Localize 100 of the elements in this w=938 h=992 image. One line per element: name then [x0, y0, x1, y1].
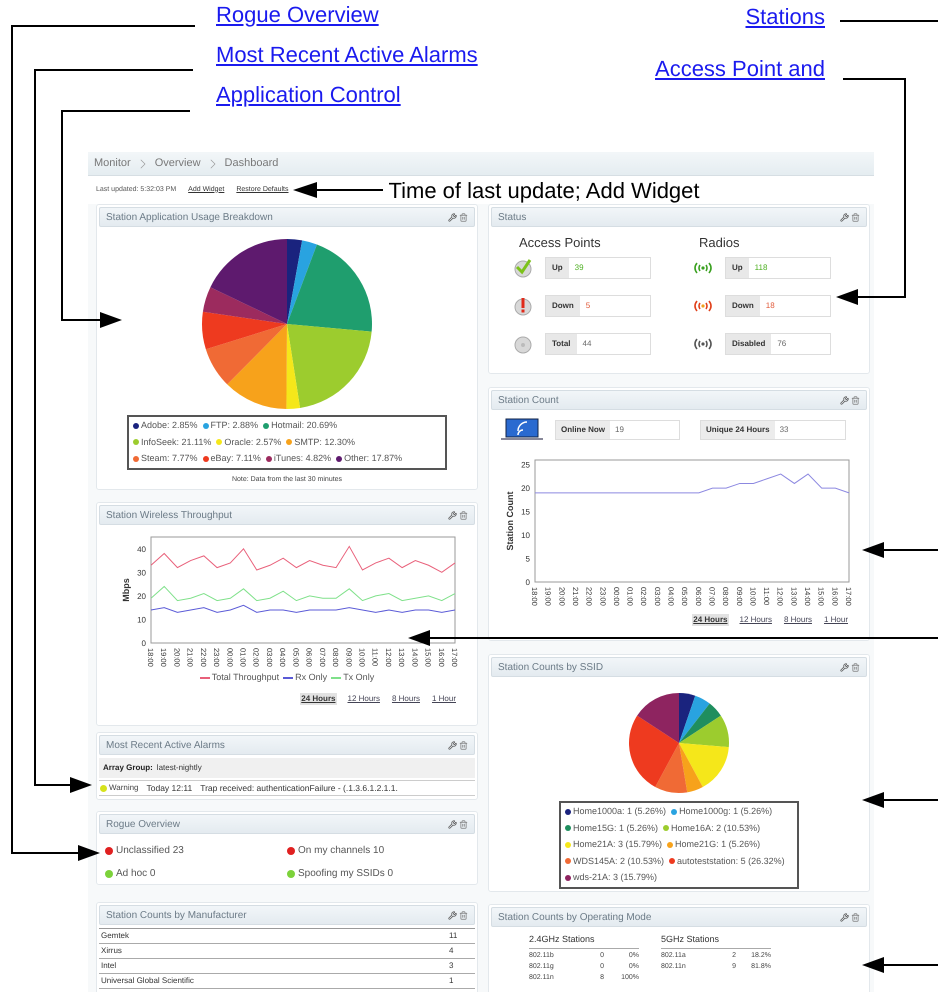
callout-link[interactable]: Rogue Overview: [216, 2, 478, 28]
legend-label: Steam: 7.77%: [141, 452, 198, 465]
axis-label: Mbps: [121, 578, 131, 602]
counter-label: Disabled: [726, 334, 772, 354]
group-value: latest-nightly: [156, 762, 202, 774]
wrench-icon[interactable]: [448, 740, 457, 750]
breadcrumb-link[interactable]: Dashboard: [224, 155, 278, 172]
table-cell: Xirrus: [101, 945, 122, 957]
callout-note: Time of last update; Add Widget: [388, 176, 700, 205]
alarm-message: Trap received: authenticationFailure - (.1.3.6.1.2.1.1.: [200, 782, 398, 794]
callout-link[interactable]: Access Point and: [655, 56, 825, 82]
counter-label: Down: [726, 296, 760, 316]
radio-signal-icon: [692, 260, 714, 274]
time-range-link[interactable]: 8 Hours: [390, 692, 421, 704]
trash-icon[interactable]: [459, 910, 468, 920]
time-range-link[interactable]: 12 Hours: [346, 692, 381, 704]
wrench-icon[interactable]: [840, 912, 849, 922]
counter-value: 5: [584, 300, 590, 312]
check-status-icon: [513, 258, 533, 278]
laptop-wifi-icon: [501, 418, 543, 442]
radio-signal-icon: [692, 336, 714, 350]
wrench-icon[interactable]: [448, 510, 457, 520]
time-range-link[interactable]: 1 Hour: [430, 692, 457, 704]
alert-status-icon: [513, 296, 533, 316]
legend-label: autoteststation: 5 (26.32%): [677, 854, 785, 868]
status-heading: Access Points: [518, 234, 602, 252]
axis-tick-label: 20: [137, 592, 146, 601]
time-range-link[interactable]: 1 Hour: [822, 614, 849, 626]
wrench-icon[interactable]: [448, 212, 457, 222]
wrench-icon[interactable]: [840, 396, 849, 404]
counter-label: Total: [546, 334, 577, 354]
legend-label: Home1000g: 1 (5.26%): [679, 805, 772, 818]
wrench-icon[interactable]: [448, 910, 457, 920]
rogue-count-text[interactable]: Spoofing my SSIDs 0: [298, 866, 394, 881]
counter-value: 76: [776, 338, 786, 350]
widget-title: Station Counts by SSID: [498, 660, 604, 674]
axis-tick-label: 20: [521, 484, 530, 494]
breadcrumb-link[interactable]: Overview: [154, 155, 201, 172]
alarm-severity: Warning: [109, 782, 138, 794]
alarm-time: Today 12:11: [146, 782, 192, 794]
time-range-link[interactable]: 24 Hours: [692, 614, 728, 626]
table-cell-text: 1: [449, 975, 454, 987]
breadcrumb-link[interactable]: Monitor: [94, 155, 131, 172]
rogue-count-text[interactable]: Unclassified 23: [116, 843, 184, 858]
legend-label: InfoSeek: 21.11%: [141, 436, 212, 448]
alarm-row[interactable]: Warning Today 12:11 Trap received: authenticationFailure - (.1.3.6.1.2.1.1.: [99, 780, 475, 796]
trash-icon[interactable]: [851, 212, 860, 222]
legend-label: Rx Only: [295, 671, 328, 684]
counter-value: 19: [614, 424, 624, 436]
counter-value: 18: [764, 300, 775, 312]
axis-tick-label: 10: [521, 531, 530, 540]
wrench-icon[interactable]: [448, 820, 457, 828]
trash-icon[interactable]: [851, 662, 860, 672]
rogue-count-text[interactable]: On my channels 10: [298, 843, 384, 858]
callout-link[interactable]: Most Recent Active Alarms: [216, 42, 478, 68]
counter-value: 33: [778, 424, 788, 436]
axis-tick-label: 0: [526, 578, 530, 587]
time-range-link[interactable]: 24 Hours: [300, 692, 336, 704]
group-label: Array Group:: [103, 762, 153, 774]
rogue-count-text[interactable]: Ad hoc 0: [116, 866, 156, 881]
wrench-icon[interactable]: [840, 212, 849, 222]
widget-title: Station Count: [498, 394, 559, 408]
trash-icon[interactable]: [851, 912, 860, 922]
table-heading: 2.4GHz Stations: [529, 933, 639, 948]
counter-label: Online Now: [556, 421, 610, 439]
legend-label: Oracle: 2.57%: [224, 436, 282, 448]
time-range-link[interactable]: 12 Hours: [738, 614, 773, 626]
trash-icon[interactable]: [459, 820, 468, 828]
legend-label: Home21A: 3 (15.79%): [573, 838, 662, 851]
widget-title: Most Recent Active Alarms: [106, 738, 225, 752]
counter-label: Up: [726, 258, 749, 278]
callout-link[interactable]: Application Control: [216, 82, 478, 108]
wrench-icon[interactable]: [840, 662, 849, 672]
counter-value: 44: [582, 338, 592, 350]
radio-signal-icon: [692, 298, 714, 312]
legend-label: Adobe: 2.85%: [141, 419, 198, 432]
widget-title: Rogue Overview: [106, 818, 180, 832]
time-range-link[interactable]: 8 Hours: [782, 614, 813, 626]
widget-title: Station Application Usage Breakdown: [106, 210, 273, 224]
legend-label: Home15G: 1 (5.26%): [573, 822, 658, 835]
counter-label: Down: [546, 296, 580, 316]
table-cell-text: 11: [449, 930, 458, 942]
callout-link[interactable]: Stations: [746, 4, 825, 30]
table-cell-text: 3: [449, 960, 454, 972]
circle-status-icon: [513, 334, 533, 354]
counter-label: Unique 24 Hours: [701, 421, 775, 439]
legend-label: Home16A: 2 (10.53%): [671, 822, 760, 835]
widget-title: Station Counts by Operating Mode: [498, 910, 652, 924]
trash-icon[interactable]: [851, 396, 860, 404]
axis-label: Station Count: [505, 492, 515, 550]
trash-icon[interactable]: [459, 510, 468, 520]
legend-label: Home1000a: 1 (5.26%): [573, 805, 666, 818]
legend-label: iTunes: 4.82%: [274, 452, 332, 465]
counter-label: Up: [546, 258, 569, 278]
trash-icon[interactable]: [459, 212, 468, 222]
trash-icon[interactable]: [459, 740, 468, 750]
table-heading: 5GHz Stations: [661, 933, 771, 948]
legend-label: SMTP: 12.30%: [294, 436, 355, 448]
table-cell-text: 4: [449, 945, 454, 957]
legend-label: Home21G: 1 (5.26%): [675, 838, 760, 851]
